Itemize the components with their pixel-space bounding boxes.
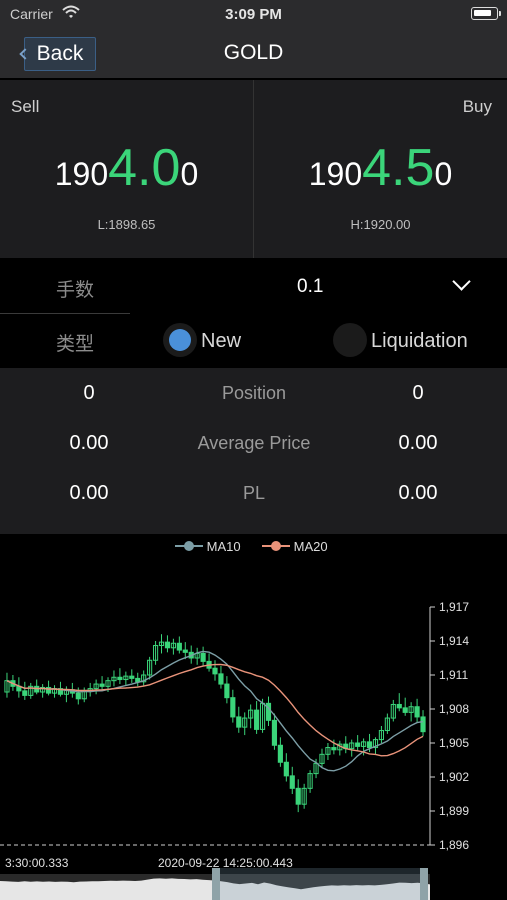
x-label-start: 3:30:00.333 <box>5 856 69 870</box>
candle-body <box>402 707 408 713</box>
order-type-row: 类型 New Liquidation <box>0 314 507 366</box>
candle-body <box>271 719 278 746</box>
candlestick-plot: 1,917 1,914 1,911 1,908 1,905 1,902 1,899 1,896… <box>0 600 469 900</box>
stat-label: Average Price <box>197 433 311 453</box>
lots-row: 手数 0.1 <box>0 261 507 313</box>
stat-row-position: 0 Position 0 <box>0 368 507 418</box>
candle-body <box>289 775 295 789</box>
candle-body <box>254 709 260 730</box>
stat-left-value: 0.00 <box>69 482 109 504</box>
candle-body <box>22 690 28 696</box>
radio-liquidation-label[interactable]: Liquidation <box>371 330 468 353</box>
candle-body <box>414 706 420 718</box>
candle-body <box>224 683 230 699</box>
radio-liquidation[interactable] <box>333 323 367 357</box>
y-tick-label: 1,902 <box>439 770 469 784</box>
stat-label: Position <box>221 383 287 403</box>
candle-body <box>182 649 188 653</box>
candle-body <box>355 742 361 747</box>
candle-body <box>99 683 105 687</box>
y-tick-label: 1,908 <box>439 702 469 716</box>
buy-price-suffix: 0 <box>434 156 453 192</box>
candle-body <box>212 667 218 675</box>
y-tick-label: 1,914 <box>439 634 469 648</box>
candle-body <box>164 641 171 649</box>
candle-body <box>200 652 206 662</box>
page-title: GOLD <box>223 41 284 64</box>
sell-price-main: 4.0 <box>108 139 181 197</box>
candle-body <box>129 675 135 679</box>
status-bar: Carrier 3:09 PM <box>0 0 507 30</box>
order-type-label: 类型 <box>56 334 95 355</box>
x-label-mid: 2020-09-22 14:25:00.443 <box>158 856 293 870</box>
buy-label: Buy <box>462 97 492 116</box>
sell-price-button[interactable]: 1904.00 <box>0 138 253 198</box>
stat-left-value: 0.00 <box>69 432 109 454</box>
low-price: L:1898.65 <box>97 217 156 232</box>
sell-label: Sell <box>11 97 40 116</box>
buy-price-button[interactable]: 1904.50 <box>254 138 507 198</box>
buy-price-main: 4.5 <box>362 139 435 197</box>
buy-price-prefix: 190 <box>308 156 363 192</box>
lots-select[interactable]: 0.1 <box>297 276 323 298</box>
candle-body <box>176 642 182 651</box>
stat-left-value: 0 <box>83 382 95 404</box>
candle-body <box>366 741 373 749</box>
radio-new[interactable] <box>163 323 197 357</box>
high-price: H:1920.00 <box>350 217 411 232</box>
stat-right-value: 0.00 <box>398 482 438 504</box>
chevron-down-icon[interactable] <box>452 272 471 291</box>
candle-body <box>218 673 224 685</box>
candle-body <box>396 703 402 709</box>
stat-label: PL <box>242 483 266 503</box>
navigator-window <box>218 868 428 900</box>
candle-body <box>236 716 242 728</box>
y-tick-label: 1,911 <box>439 668 468 682</box>
y-tick-label: 1,905 <box>439 736 469 750</box>
candle-body <box>331 747 337 751</box>
y-tick-label: 1,917 <box>439 600 469 614</box>
stat-row-average-price: 0.00 Average Price 0.00 <box>0 418 507 468</box>
price-chart[interactable]: MA10 MA20 1,917 1,914 1,911 1,908 1,905 1,902… <box>0 534 507 900</box>
navigator-handle-left <box>212 868 220 900</box>
navigation-bar: Back GOLD <box>0 30 507 78</box>
sell-price-suffix: 0 <box>180 156 199 192</box>
stat-right-value: 0.00 <box>398 432 438 454</box>
radio-new-label[interactable]: New <box>201 330 241 353</box>
y-tick-label: 1,896 <box>439 838 469 852</box>
stat-row-pl: 0.00 PL 0.00 <box>0 468 507 518</box>
candle-body <box>117 676 123 681</box>
y-tick-label: 1,899 <box>439 804 469 818</box>
status-time: 3:09 PM <box>225 6 282 23</box>
candle-body <box>420 716 426 733</box>
quote-panel: Sell Buy 1904.00 1904.50 L:1898.65 H:192… <box>0 80 507 258</box>
sell-price-prefix: 190 <box>54 156 109 192</box>
radio-selected-dot <box>169 329 191 351</box>
navigator-handle-right <box>420 868 428 900</box>
battery-icon <box>471 7 501 20</box>
candle-body <box>230 697 236 718</box>
candle-body <box>265 702 272 721</box>
candle-body <box>277 744 283 763</box>
lots-label: 手数 <box>56 280 95 301</box>
position-stats: 0 Position 0 0.00 Average Price 0.00 0.0… <box>0 368 507 534</box>
candle-body <box>75 692 81 700</box>
stat-right-value: 0 <box>412 382 424 404</box>
candle-body <box>295 787 301 805</box>
candle-body <box>283 761 289 777</box>
